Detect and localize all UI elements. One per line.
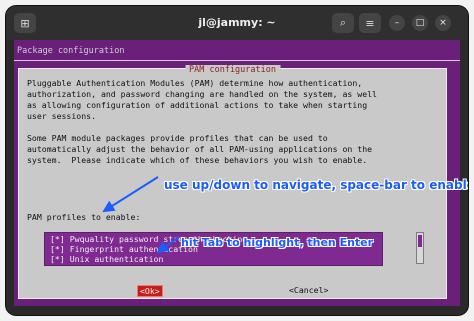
navigate-arrow <box>102 176 159 213</box>
terminal-window: ⊞ jl@jammy: ~ ⌕ ≡ – □ × Package configur… <box>6 6 468 315</box>
annotation-arrows <box>102 176 180 254</box>
navigate-annotation: use up/down to navigate, space-bar to en… <box>164 178 468 192</box>
tab-arrow <box>156 236 180 254</box>
tab-annotation: hit Tab to highlight, then Enter <box>181 236 374 249</box>
